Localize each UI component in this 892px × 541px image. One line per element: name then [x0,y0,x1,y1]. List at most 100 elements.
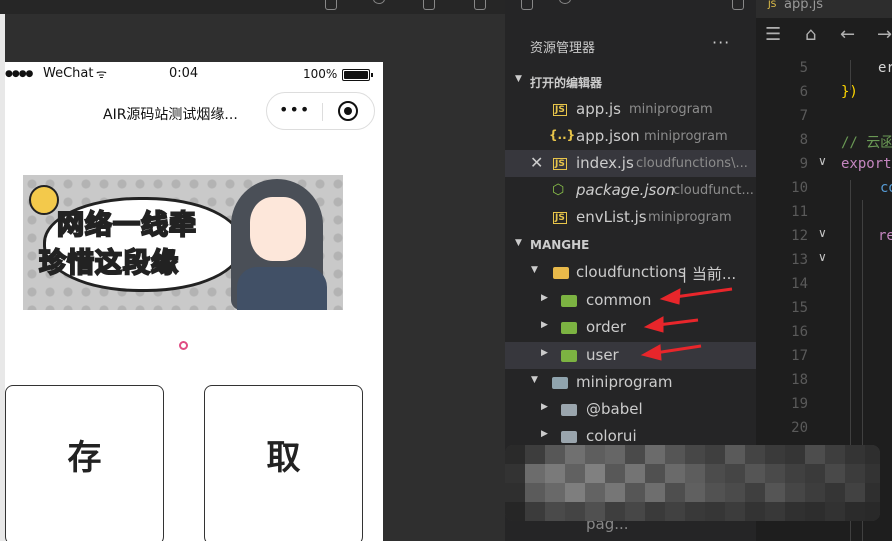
line-number: 7 [799,108,808,124]
js-icon: JS [553,212,567,224]
code-line-12: re [878,228,892,244]
list-icon[interactable]: ☰ [765,24,781,45]
take-card-label: 取 [266,438,301,478]
pixelated-overlay [505,445,880,521]
fold-chevron-icon[interactable]: ∨ [818,250,827,264]
folder-name: cloudfunctions [576,263,686,281]
tree-folder-miniprogram[interactable]: ▼ miniprogram [505,369,756,396]
file-desc: cloudfunctions\... [636,156,748,171]
panel-icon[interactable] [732,0,744,10]
tree-folder-common[interactable]: ▶ common [505,287,756,314]
open-editor-package-json[interactable]: ⬡ package.json cloudfunct... [505,177,756,204]
open-editors-label: 打开的编辑器 [530,76,603,90]
explorer-more-button[interactable]: ··· [712,33,730,52]
store-card-label: 存 [67,438,102,478]
folder-icon [553,267,569,279]
bookmark-icon[interactable]: ⌂ [805,24,816,45]
cartoon-boy-icon [29,185,59,215]
carrier-label: WeChat [43,66,94,81]
take-card[interactable]: 取 [204,385,363,541]
folder-name: @babel [586,400,643,418]
js-icon: JS [768,0,777,10]
record-icon[interactable] [373,0,385,4]
js-icon: JS [553,158,567,170]
capsule-divider [322,103,323,121]
line-number: 6 [799,84,808,100]
file-name: package.json [576,181,676,199]
code-line-9: export [841,156,892,172]
back-arrow-icon[interactable]: ← [840,24,855,45]
carousel-indicator[interactable] [179,341,188,350]
store-card[interactable]: 存 [5,385,164,541]
code-line-5: er [878,60,892,76]
project-section[interactable]: ▼ MANGHE [505,233,756,259]
cloud-folder-icon [561,322,577,334]
tree-folder-cloudfunctions[interactable]: ▼ cloudfunctions | 当前... [505,259,756,286]
line-number: 16 [791,324,808,340]
tree-folder-order[interactable]: ▶ order [505,314,756,341]
close-icon[interactable]: ✕ [530,153,543,172]
phone-screen: ●●●● WeChat ᯤ 0:04 100% AIR源码站测试烟缘... ••… [5,62,383,541]
file-name: app.json [576,127,640,145]
folder-name: common [586,291,652,309]
file-desc: miniprogram [629,102,713,117]
tree-folder-babel[interactable]: ▶ @babel [505,396,756,423]
line-number: 10 [791,180,808,196]
folder-name: order [586,318,626,336]
banner-text-line1: 网络一线牵 [56,209,197,242]
battery-icon [342,69,373,81]
open-editor-app-js[interactable]: JS app.js miniprogram [505,96,756,123]
banner-image[interactable]: 网络一线牵 珍惜这段缘 [23,175,343,310]
chevron-right-icon: ▶ [541,293,548,303]
chevron-right-icon: ▶ [541,320,548,330]
file-name: app.js [576,100,621,118]
code-line-10: co [880,180,892,196]
fold-chevron-icon[interactable]: ∨ [818,154,827,168]
chevron-right-icon: ▶ [541,348,548,358]
file-desc: miniprogram [648,210,732,225]
cloud-folder-icon [561,295,577,307]
open-editor-index-js[interactable]: ✕ JS index.js cloudfunctions\... [505,150,756,177]
close-miniprogram-icon[interactable] [338,101,358,121]
chevron-right-icon: ▶ [541,429,548,439]
wifi-icon: ᯤ [96,67,107,81]
simulator-toolbar [0,0,505,14]
fold-chevron-icon[interactable]: ∨ [818,226,827,240]
folder-name: miniprogram [576,373,673,391]
folder-icon [561,431,577,443]
open-editors-section[interactable]: ▼ 打开的编辑器 [505,69,756,95]
line-number: 8 [799,132,808,148]
popout-icon[interactable] [474,0,486,10]
files-icon[interactable] [521,0,533,10]
more-icon[interactable]: ••• [279,100,310,119]
folder-icon [552,377,568,389]
tab-label: app.js [784,0,823,12]
line-number: 9 [799,156,808,172]
explorer-title: 资源管理器 [530,41,596,56]
open-editor-envlist-js[interactable]: JS envList.js miniprogram [505,204,756,231]
search-icon[interactable] [559,0,571,4]
line-number: 19 [791,396,808,412]
tree-folder-user[interactable]: ▶ user [505,342,756,369]
file-desc: cloudfunct... [673,183,754,198]
line-number: 17 [791,348,808,364]
device-icon[interactable] [325,0,337,10]
cloud-folder-icon [561,350,577,362]
chevron-down-icon: ▼ [515,74,522,84]
line-number: 20 [791,420,808,436]
line-number: 15 [791,300,808,316]
project-label: MANGHE [530,238,590,252]
status-bar: ●●●● WeChat ᯤ 0:04 100% [5,62,383,86]
line-number: 13 [791,252,808,268]
open-editor-app-json[interactable]: {..} app.json miniprogram [505,123,756,150]
editor-tab-app-js[interactable]: JS app.js [756,0,892,18]
cartoon-girl-body [237,267,327,310]
cartoon-girl-face [250,197,306,261]
line-number: 18 [791,372,808,388]
volume-icon[interactable] [423,0,435,10]
code-line-6: }) [841,84,858,100]
miniprogram-capsule: ••• [266,92,375,130]
json-icon: {..} [549,128,576,142]
explorer-top-icons [505,0,756,14]
forward-arrow-icon[interactable]: → [877,24,892,45]
